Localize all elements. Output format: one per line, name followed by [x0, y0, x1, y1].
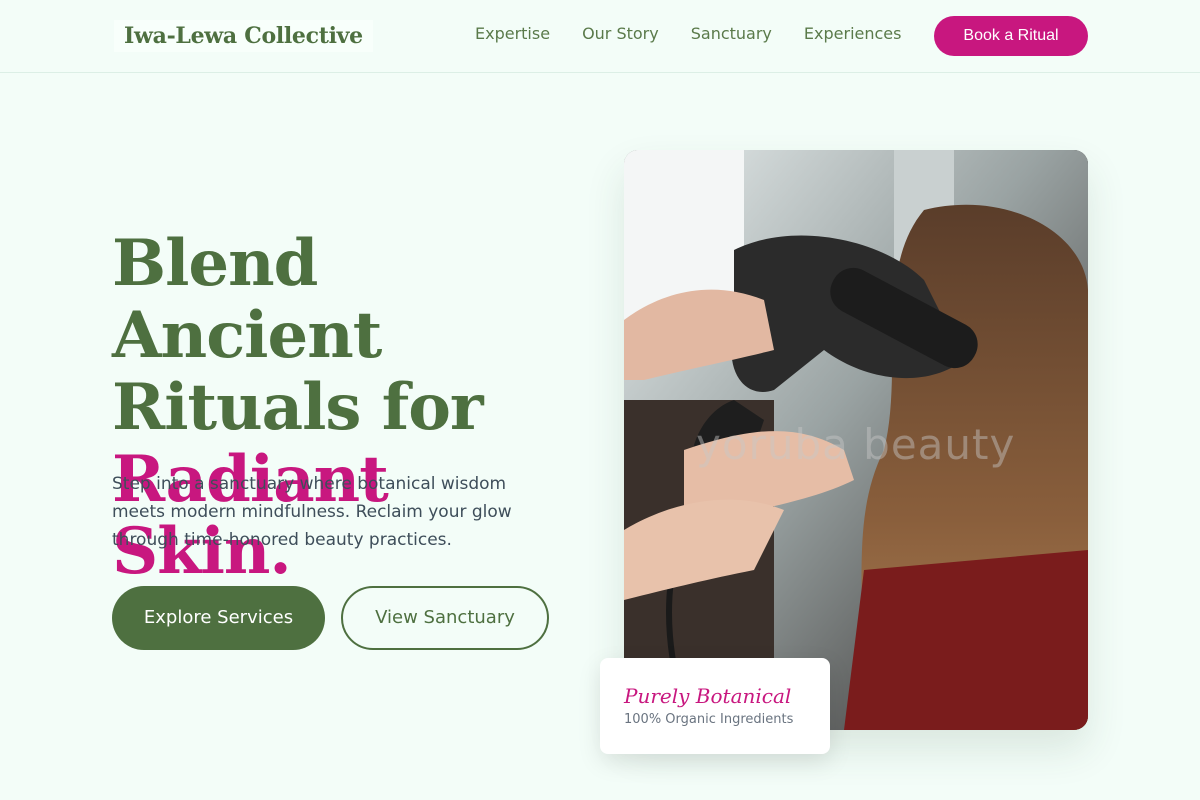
- hero-subtitle: Step into a sanctuary where botanical wi…: [112, 474, 512, 550]
- nav-link-expertise[interactable]: Expertise: [475, 24, 550, 44]
- site-header: Iwa-Lewa Collective Expertise Our Story …: [0, 0, 1200, 73]
- main-nav: Expertise Our Story Sanctuary Experience…: [475, 24, 901, 44]
- badge-subtitle: 100% Organic Ingredients: [624, 712, 794, 727]
- explore-services-button[interactable]: Explore Services: [112, 586, 325, 650]
- botanical-badge: Purely Botanical 100% Organic Ingredient…: [600, 658, 830, 754]
- nav-link-experiences[interactable]: Experiences: [804, 24, 902, 44]
- hero-title-line-2: Rituals for: [112, 370, 484, 445]
- view-sanctuary-button[interactable]: View Sanctuary: [341, 586, 549, 650]
- hero-image: yoruba beauty: [624, 150, 1088, 730]
- site-logo[interactable]: Iwa-Lewa Collective: [114, 20, 373, 52]
- nav-link-sanctuary[interactable]: Sanctuary: [691, 24, 772, 44]
- book-ritual-button[interactable]: Book a Ritual: [934, 16, 1088, 56]
- nav-link-our-story[interactable]: Our Story: [582, 24, 659, 44]
- hero-title-line-1: Blend Ancient: [112, 226, 382, 373]
- badge-title: Purely Botanical: [624, 684, 792, 708]
- image-watermark: yoruba beauty: [696, 420, 1016, 469]
